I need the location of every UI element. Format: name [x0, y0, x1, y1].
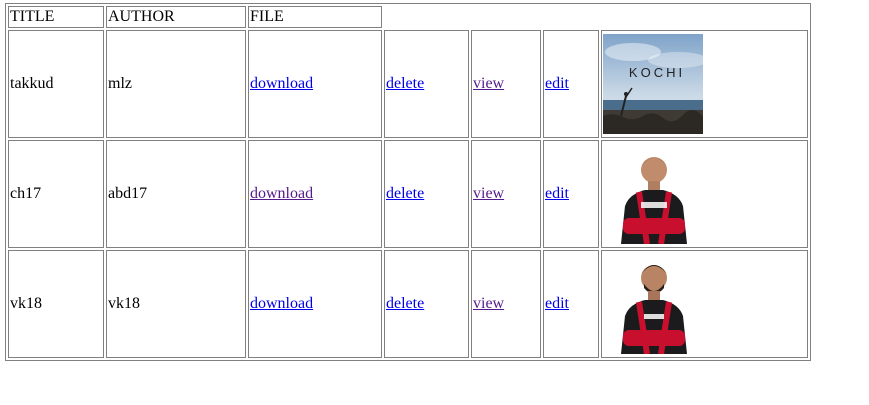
- cell-title: vk18: [8, 250, 104, 358]
- cell-title: ch17: [8, 140, 104, 248]
- kochi-poster-image: KOCHI: [603, 34, 806, 134]
- table-header-row: TITLE AUTHOR FILE: [8, 6, 808, 28]
- cell-title: takkud: [8, 30, 104, 138]
- table-row: ch17 abd17 download delete view edit: [8, 140, 808, 248]
- download-link[interactable]: download: [250, 75, 313, 92]
- edit-link[interactable]: edit: [545, 75, 569, 92]
- edit-link[interactable]: edit: [545, 295, 569, 312]
- edit-link[interactable]: edit: [545, 185, 569, 202]
- view-link[interactable]: view: [473, 185, 504, 202]
- delete-link[interactable]: delete: [386, 295, 424, 312]
- cell-author: mlz: [106, 30, 246, 138]
- header-file: FILE: [248, 6, 382, 28]
- player-photo: [617, 254, 806, 354]
- view-link[interactable]: view: [473, 295, 504, 312]
- cell-author: abd17: [106, 140, 246, 248]
- download-link[interactable]: download: [250, 185, 313, 202]
- books-table: TITLE AUTHOR FILE takkud mlz download de…: [5, 3, 811, 361]
- view-link[interactable]: view: [473, 75, 504, 92]
- kochi-caption: KOCHI: [629, 65, 685, 80]
- cell-author: vk18: [106, 250, 246, 358]
- download-link[interactable]: download: [250, 295, 313, 312]
- delete-link[interactable]: delete: [386, 75, 424, 92]
- table-row: vk18 vk18 download delete view edit: [8, 250, 808, 358]
- table-row: takkud mlz download delete view edit KOC…: [8, 30, 808, 138]
- header-blank: [384, 6, 808, 28]
- delete-link[interactable]: delete: [386, 185, 424, 202]
- header-title: TITLE: [8, 6, 104, 28]
- header-author: AUTHOR: [106, 6, 246, 28]
- player-photo: [617, 144, 806, 244]
